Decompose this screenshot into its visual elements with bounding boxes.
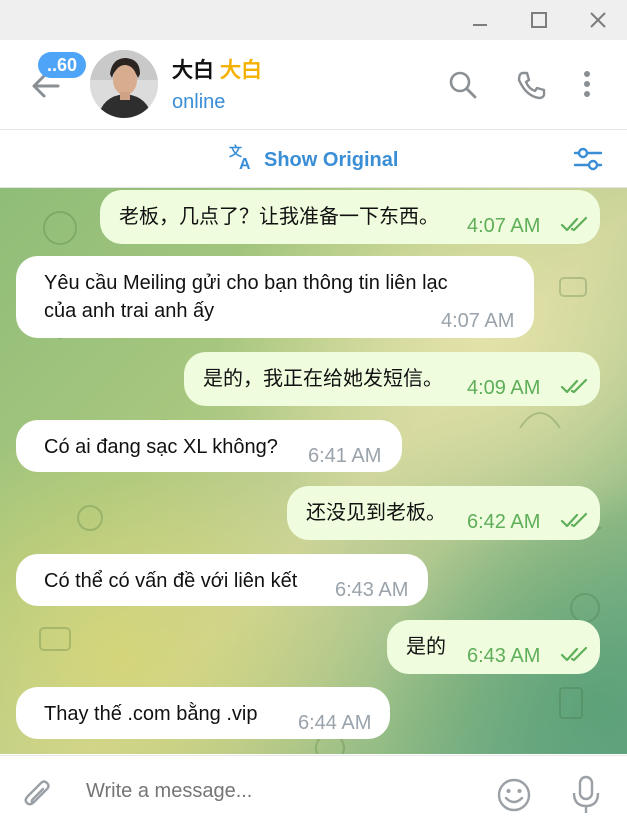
message-bubble-outgoing[interactable]: 是的，我正在给她发短信。 4:09 AM — [184, 352, 600, 406]
message-time: 6:42 AM — [467, 511, 541, 533]
message-time: 6:43 AM — [467, 645, 541, 667]
read-double-check-icon — [560, 378, 588, 394]
window-titlebar — [0, 0, 627, 40]
avatar[interactable] — [90, 50, 158, 118]
chat-header: ..60 大白 大白 online — [0, 40, 627, 130]
message-text: 是的，我正在给她发短信。 — [203, 368, 443, 390]
emoji-icon[interactable] — [495, 776, 533, 814]
contact-name[interactable]: 大白 大白 — [172, 54, 262, 84]
microphone-icon[interactable] — [569, 774, 603, 816]
message-text: 还没见到老板。 — [306, 502, 446, 524]
search-icon[interactable] — [446, 68, 480, 102]
message-bubble-outgoing[interactable]: 是的 6:43 AM — [387, 620, 600, 674]
message-bubble-outgoing[interactable]: 老板，几点了？让我准备一下东西。 4:07 AM — [100, 190, 600, 244]
show-original-button[interactable]: 文 A Show Original — [228, 142, 398, 178]
message-text: Yêu cầu Meiling gửi cho bạn thông tin li… — [44, 272, 448, 322]
message-composer — [0, 755, 627, 832]
attach-icon[interactable] — [22, 778, 56, 812]
message-bubble-outgoing[interactable]: 还没见到老板。 6:42 AM — [287, 486, 600, 540]
maximize-icon[interactable] — [525, 6, 553, 34]
minimize-icon[interactable] — [466, 6, 494, 34]
read-double-check-icon — [560, 512, 588, 528]
message-text: 老板，几点了？让我准备一下东西。 — [119, 206, 439, 228]
message-time: 6:43 AM — [335, 579, 409, 601]
settings-sliders-icon[interactable] — [572, 144, 604, 174]
contact-name-tag: 大白 — [220, 59, 262, 82]
message-bubble-incoming[interactable]: Có thể có vấn đề với liên kết 6:43 AM — [16, 554, 428, 606]
close-icon[interactable] — [584, 6, 612, 34]
message-text: Có ai đang sạc XL không? — [44, 436, 278, 458]
contact-name-text: 大白 — [172, 59, 214, 82]
more-vertical-icon[interactable] — [570, 68, 604, 102]
translate-bar: 文 A Show Original — [0, 130, 627, 188]
message-input[interactable] — [86, 780, 466, 803]
read-double-check-icon — [560, 646, 588, 662]
unread-count-badge[interactable]: ..60 — [38, 52, 86, 78]
translate-icon: 文 A — [228, 142, 258, 178]
show-original-label: Show Original — [264, 148, 399, 171]
message-time: 6:44 AM — [298, 712, 372, 734]
message-bubble-incoming[interactable]: Có ai đang sạc XL không? 6:41 AM — [16, 420, 402, 472]
message-time: 6:41 AM — [308, 445, 382, 467]
message-time: 4:07 AM — [467, 215, 541, 237]
message-text: Thay thế .com bằng .vip — [44, 703, 258, 725]
message-time: 4:09 AM — [467, 377, 541, 399]
message-bubble-incoming[interactable]: Yêu cầu Meiling gửi cho bạn thông tin li… — [16, 256, 534, 338]
read-double-check-icon — [560, 216, 588, 232]
svg-text:A: A — [239, 156, 251, 172]
contact-status: online — [172, 91, 226, 113]
message-text: Có thể có vấn đề với liên kết — [44, 570, 298, 592]
message-text: 是的 — [406, 636, 446, 658]
chat-messages-area[interactable]: 老板，几点了？让我准备一下东西。 4:07 AM Yêu cầu Meiling… — [0, 188, 627, 754]
message-time: 4:07 AM — [441, 310, 515, 332]
message-bubble-incoming[interactable]: Thay thế .com bằng .vip 6:44 AM — [16, 687, 390, 739]
phone-icon[interactable] — [514, 68, 548, 102]
